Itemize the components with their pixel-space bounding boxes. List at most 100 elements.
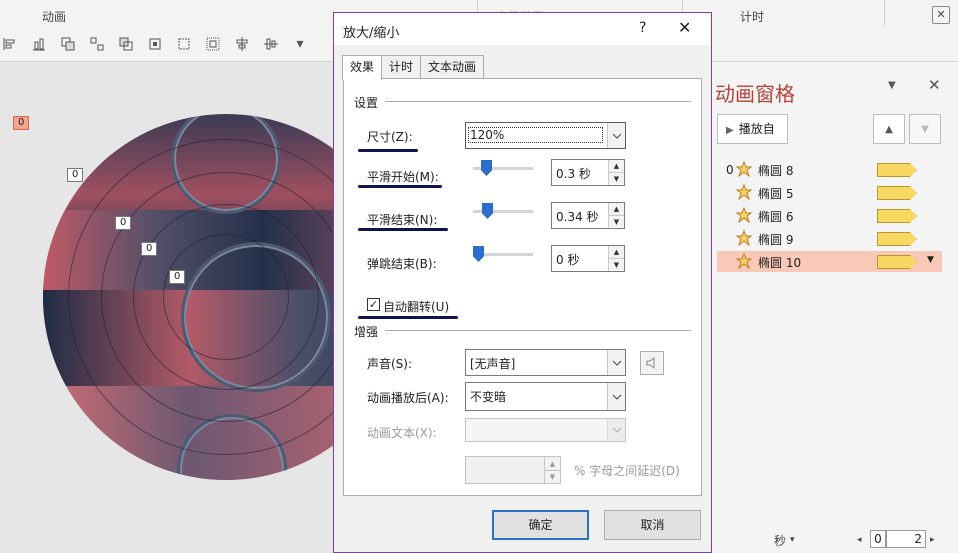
item-name: 椭圆 5 <box>758 187 794 201</box>
size-combobox[interactable]: 120% <box>465 122 626 149</box>
sound-combobox[interactable]: [无声音] <box>465 349 626 376</box>
tab-effect[interactable]: 效果 <box>342 55 383 80</box>
chevron-down-icon[interactable] <box>607 350 625 375</box>
dialog-title-bar[interactable]: 放大/缩小 ? ✕ <box>334 13 711 45</box>
letter-delay-spinner[interactable]: ▲ ▼ <box>465 456 561 484</box>
spin-down-icon[interactable]: ▼ <box>609 258 624 270</box>
play-icon: ▶ <box>726 125 734 136</box>
spinner-arrows[interactable]: ▲ ▼ <box>608 160 624 185</box>
help-button[interactable]: ? <box>639 20 646 36</box>
animation-list-item[interactable]: 椭圆 5 <box>717 182 942 203</box>
seconds-label[interactable]: 秒 <box>774 532 786 549</box>
spin-up-icon[interactable]: ▲ <box>609 246 624 258</box>
enhance-section-title: 增强 <box>354 325 379 339</box>
spin-down-icon[interactable]: ▼ <box>609 215 624 227</box>
tab-timing[interactable]: 计时 <box>381 55 422 79</box>
annotation-underline <box>358 149 418 152</box>
size-value: 120% <box>468 127 603 143</box>
arrow-down-icon: ▼ <box>921 123 929 135</box>
distribute-icon[interactable] <box>174 34 194 54</box>
timing-bar <box>877 186 917 200</box>
volume-button[interactable] <box>640 351 664 375</box>
scroll-left-icon[interactable]: ◂ <box>857 535 862 545</box>
spinner-arrows[interactable]: ▲ ▼ <box>544 457 560 483</box>
select-pane-icon[interactable] <box>203 34 223 54</box>
slider-thumb[interactable] <box>481 160 492 176</box>
star-effect-icon <box>735 183 753 203</box>
section-divider <box>385 330 691 331</box>
scroll-right-icon[interactable]: ▸ <box>930 535 935 545</box>
bounce-end-spinner[interactable]: 0 秒 ▲ ▼ <box>551 245 625 272</box>
smooth-end-spinner[interactable]: 0.34 秒 ▲ ▼ <box>551 202 625 229</box>
smooth-start-slider[interactable] <box>473 160 533 176</box>
pane-options-icon[interactable]: ▼ <box>888 80 896 91</box>
item-name: 椭圆 6 <box>758 210 794 224</box>
chevron-down-icon[interactable] <box>607 419 625 441</box>
cancel-button[interactable]: 取消 <box>604 510 701 540</box>
ok-button[interactable]: 确定 <box>492 510 589 540</box>
animation-list-item[interactable]: 椭圆 9 <box>717 228 942 249</box>
ellipse-outline <box>163 234 289 360</box>
chevron-down-icon[interactable] <box>607 123 625 148</box>
slider-thumb[interactable] <box>473 246 484 262</box>
star-effect-icon <box>735 252 753 272</box>
move-up-button[interactable]: ▲ <box>873 114 905 144</box>
timeline-end[interactable]: 2 <box>886 530 926 548</box>
auto-reverse-checkbox[interactable]: ✓ <box>367 298 380 311</box>
after-animation-combobox[interactable]: 不变暗 <box>465 382 626 411</box>
animation-tag[interactable]: 0 <box>141 242 158 256</box>
smooth-start-spinner[interactable]: 0.3 秒 ▲ ▼ <box>551 159 625 186</box>
spin-down-icon[interactable]: ▼ <box>545 470 560 482</box>
arrange-icon[interactable] <box>145 34 165 54</box>
smooth-end-value: 0.34 秒 <box>556 210 599 224</box>
timeline-start[interactable]: 0 <box>870 530 886 548</box>
ribbon-collapse-icon[interactable]: ✕ <box>932 6 950 24</box>
more-dropdown-icon[interactable]: ▾ <box>290 34 310 54</box>
animation-pane: 动画窗格 ▼ ✕ ▶ 播放自 ▲ ▼ 0 椭圆 8 椭圆 5 椭圆 6 椭圆 9 … <box>712 62 958 553</box>
item-number: 0 <box>726 163 734 177</box>
align-center-icon[interactable] <box>232 34 252 54</box>
annotation-underline <box>358 316 458 319</box>
bounce-end-value: 0 秒 <box>556 253 580 267</box>
spinner-arrows[interactable]: ▲ ▼ <box>608 203 624 228</box>
chevron-down-icon[interactable] <box>607 383 625 410</box>
after-animation-label: 动画播放后(A): <box>367 391 449 405</box>
play-from-button[interactable]: ▶ 播放自 <box>717 114 788 144</box>
tab-text-animation[interactable]: 文本动画 <box>420 55 485 79</box>
spin-down-icon[interactable]: ▼ <box>609 172 624 184</box>
spin-up-icon[interactable]: ▲ <box>609 203 624 215</box>
animation-list-item[interactable]: 椭圆 6 <box>717 205 942 226</box>
annotation-underline <box>358 228 448 231</box>
align-middle-icon[interactable] <box>261 34 281 54</box>
spin-up-icon[interactable]: ▲ <box>609 160 624 172</box>
slider-thumb[interactable] <box>482 203 493 219</box>
animation-tag[interactable]: 0 <box>169 270 186 284</box>
seconds-dropdown-icon[interactable]: ▾ <box>790 535 795 545</box>
animation-tag[interactable]: 0 <box>115 216 132 230</box>
align-bottom-icon[interactable] <box>29 34 49 54</box>
arrow-up-icon: ▲ <box>885 123 893 135</box>
send-backward-icon[interactable] <box>116 34 136 54</box>
align-left-icon[interactable] <box>0 34 20 54</box>
spinner-arrows[interactable]: ▲ ▼ <box>608 246 624 271</box>
dialog-tabs: 效果 计时 文本动画 <box>342 55 485 80</box>
annotation-underline <box>358 185 442 188</box>
item-dropdown-icon[interactable]: ▼ <box>927 255 934 265</box>
item-name: 椭圆 9 <box>758 233 794 247</box>
animation-tag[interactable]: 0 <box>67 168 84 182</box>
close-button[interactable]: ✕ <box>678 18 691 37</box>
pane-close-icon[interactable]: ✕ <box>928 76 941 94</box>
move-down-button[interactable]: ▼ <box>909 114 941 144</box>
animation-list-item-selected[interactable]: 椭圆 10 ▼ <box>717 251 942 272</box>
group-icon[interactable] <box>87 34 107 54</box>
auto-reverse-label[interactable]: 自动翻转(U) <box>383 298 449 315</box>
animation-list-item[interactable]: 0 椭圆 8 <box>717 159 942 180</box>
smooth-end-slider[interactable] <box>473 203 533 219</box>
bounce-end-slider[interactable] <box>473 246 533 262</box>
animation-tag[interactable]: 0 <box>13 116 30 130</box>
animate-text-combobox[interactable] <box>465 418 626 442</box>
bring-forward-icon[interactable] <box>58 34 78 54</box>
spin-up-icon[interactable]: ▲ <box>545 457 560 470</box>
speaker-icon <box>646 357 655 369</box>
timing-bar <box>877 163 917 177</box>
